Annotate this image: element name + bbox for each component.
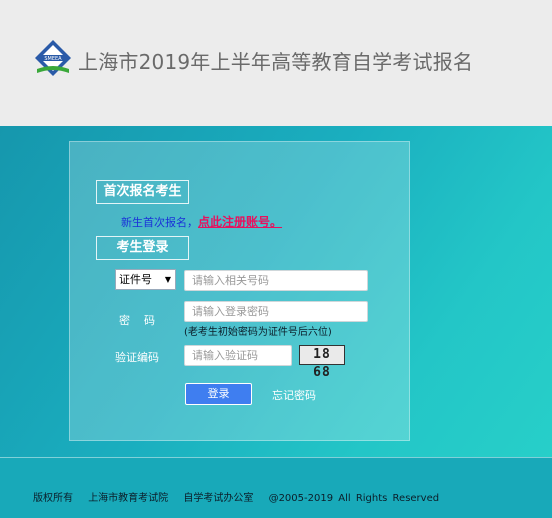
section-login-title: 考生登录 xyxy=(96,236,189,260)
captcha-label: 验证编码 xyxy=(115,351,159,364)
footer-org1: 上海市教育考试院 xyxy=(88,493,169,504)
footer-rights: 版权所有 xyxy=(33,493,73,504)
captcha-input[interactable]: 请输入验证码 xyxy=(184,345,292,366)
site-title: 上海市2019年上半年高等教育自学考试报名 xyxy=(78,50,474,74)
dropdown-arrow-icon: ▼ xyxy=(164,275,171,284)
newbie-register-text: 新生首次报名，点此注册账号。 xyxy=(121,213,282,230)
captcha-image[interactable]: 18 68 xyxy=(299,345,345,380)
password-label: 密码 xyxy=(119,314,169,327)
smeea-logo-icon: SMEEA xyxy=(33,39,73,77)
footer: 版权所有 上海市教育考试院 自学考试办公室 @2005-2019 All Rig… xyxy=(33,489,449,504)
forgot-password-link[interactable]: 忘记密码 xyxy=(272,387,316,403)
id-number-input[interactable]: 请输入相关号码 xyxy=(184,270,368,291)
id-type-selected: 证件号 xyxy=(119,273,152,286)
footer-copyright: @2005-2019 All Rights Reserved xyxy=(268,493,440,504)
section-first-time-title: 首次报名考生 xyxy=(96,180,189,204)
footer-divider xyxy=(0,457,552,458)
register-link[interactable]: 点此注册账号。 xyxy=(198,215,282,229)
id-type-select[interactable]: 证件号 ▼ xyxy=(115,269,176,290)
login-button[interactable]: 登录 xyxy=(185,383,252,405)
footer-org2: 自学考试办公室 xyxy=(183,493,254,504)
password-hint: (老考生初始密码为证件号后六位) xyxy=(184,327,332,338)
newbie-prefix: 新生首次报名， xyxy=(121,216,198,229)
header-bar: SMEEA 上海市2019年上半年高等教育自学考试报名 xyxy=(0,0,552,126)
svg-text:SMEEA: SMEEA xyxy=(44,56,62,62)
password-input[interactable]: 请输入登录密码 xyxy=(184,301,368,322)
